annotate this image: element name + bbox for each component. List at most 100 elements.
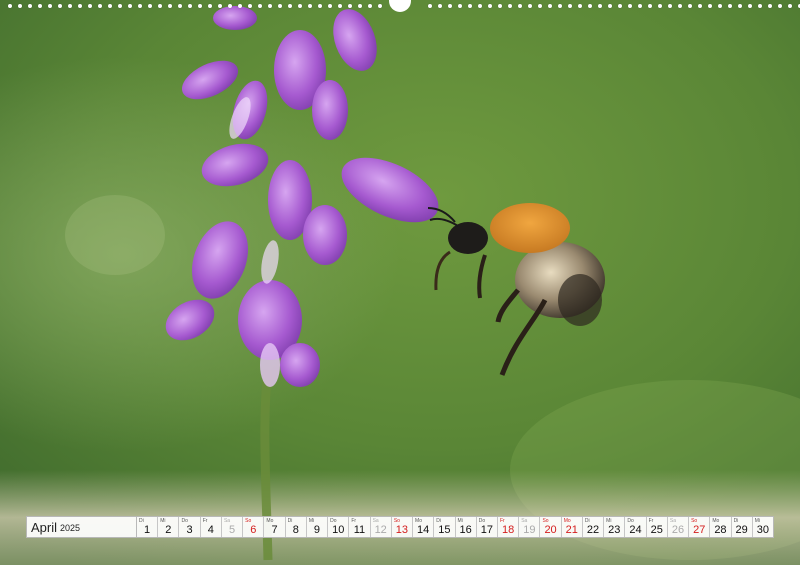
day-cell: So 20	[540, 517, 562, 537]
day-cell: Di 15	[434, 517, 456, 537]
binding-ring	[378, 4, 382, 8]
binding-ring	[318, 4, 322, 8]
binding-ring	[688, 4, 692, 8]
month-name: April	[31, 519, 58, 535]
day-number: 10	[332, 524, 345, 536]
binding-ring	[518, 4, 522, 8]
day-number: 16	[459, 524, 472, 536]
binding-ring	[368, 4, 372, 8]
binding-ring	[508, 4, 512, 8]
day-cell: Fr 11	[349, 517, 371, 537]
day-number: 22	[586, 524, 600, 536]
day-cell: Mi 2	[158, 517, 180, 537]
binding-ring	[88, 4, 92, 8]
day-cell: Sa 12	[371, 517, 392, 537]
day-number: 28	[714, 524, 727, 536]
binding-ring	[38, 4, 42, 8]
binding-ring	[668, 4, 672, 8]
binding-ring	[608, 4, 612, 8]
binding-ring	[108, 4, 112, 8]
binding-ring	[598, 4, 602, 8]
binding-ring	[258, 4, 262, 8]
day-number: 6	[250, 524, 257, 536]
month-label: April 2025	[27, 517, 137, 537]
binding-ring	[578, 4, 582, 8]
day-number: 24	[629, 524, 642, 536]
day-cell: So 13	[392, 517, 414, 537]
month-year: 2025	[60, 523, 81, 533]
day-cell: Mo 28	[710, 517, 732, 537]
binding-ring	[338, 4, 342, 8]
binding-ring	[788, 4, 792, 8]
binding-ring	[178, 4, 182, 8]
binding-ring	[738, 4, 742, 8]
day-cell: Do 17	[477, 517, 498, 537]
binding-ring	[168, 4, 172, 8]
binding-ring	[458, 4, 462, 8]
binding-ring	[768, 4, 772, 8]
binding-ring	[68, 4, 72, 8]
binding-ring	[718, 4, 722, 8]
binding-ring	[188, 4, 192, 8]
day-number: 26	[671, 524, 685, 536]
day-number: 12	[374, 524, 387, 536]
day-number: 27	[693, 524, 706, 536]
day-cell: Mo 7	[264, 517, 286, 537]
day-cell: So 27	[689, 517, 711, 537]
binding-ring	[538, 4, 542, 8]
day-number: 17	[480, 524, 493, 536]
day-cell: Sa 5	[222, 517, 244, 537]
day-number: 11	[353, 524, 366, 536]
binding-ring	[268, 4, 272, 8]
day-cell: Do 24	[625, 517, 647, 537]
binding-ring	[228, 4, 232, 8]
day-cell: Mi 16	[456, 517, 477, 537]
day-cell: Mi 30	[753, 517, 773, 537]
hanger-hook	[389, 0, 411, 12]
binding-ring	[158, 4, 162, 8]
binding-ring	[28, 4, 32, 8]
binding-ring	[558, 4, 562, 8]
binding-ring	[758, 4, 762, 8]
binding-ring	[468, 4, 472, 8]
binding-ring	[78, 4, 82, 8]
binding-ring	[428, 4, 432, 8]
day-number: 21	[565, 524, 578, 536]
day-cell: Mo 21	[562, 517, 583, 537]
day-number: 1	[144, 524, 151, 536]
binding-ring	[58, 4, 62, 8]
binding-ring	[648, 4, 652, 8]
binding-ring	[348, 4, 352, 8]
day-number: 13	[395, 524, 409, 536]
day-cell: Mo 14	[413, 517, 435, 537]
binding-ring	[128, 4, 132, 8]
day-cell: Do 10	[328, 517, 350, 537]
calendar-strip: April 2025 Di 1 Mi 2 Do 3 Fr 4 Sa 5 So 6 Mo 7 Di 8 Mi 9 Do…	[26, 516, 774, 538]
binding-ring	[478, 4, 482, 8]
day-cell: Mi 23	[604, 517, 626, 537]
spiral-binding	[0, 0, 800, 14]
binding-ring	[778, 4, 782, 8]
binding-ring	[628, 4, 632, 8]
day-cell: Di 22	[583, 517, 605, 537]
binding-ring	[638, 4, 642, 8]
binding-ring	[448, 4, 452, 8]
day-number: 15	[438, 524, 451, 536]
binding-ring	[118, 4, 122, 8]
calendar-photo	[0, 0, 800, 565]
day-number: 9	[313, 524, 321, 536]
binding-ring	[308, 4, 312, 8]
binding-ring	[278, 4, 282, 8]
binding-ring	[708, 4, 712, 8]
day-cell: Di 8	[286, 517, 307, 537]
binding-ring	[528, 4, 532, 8]
day-number: 14	[417, 524, 430, 536]
day-number: 30	[756, 524, 770, 536]
day-cell: Sa 26	[668, 517, 690, 537]
photo-canvas	[0, 0, 800, 565]
binding-ring	[288, 4, 292, 8]
day-number: 4	[207, 524, 214, 536]
day-cell: Do 3	[179, 517, 201, 537]
day-cell: Fr 25	[647, 517, 668, 537]
binding-ring	[358, 4, 362, 8]
